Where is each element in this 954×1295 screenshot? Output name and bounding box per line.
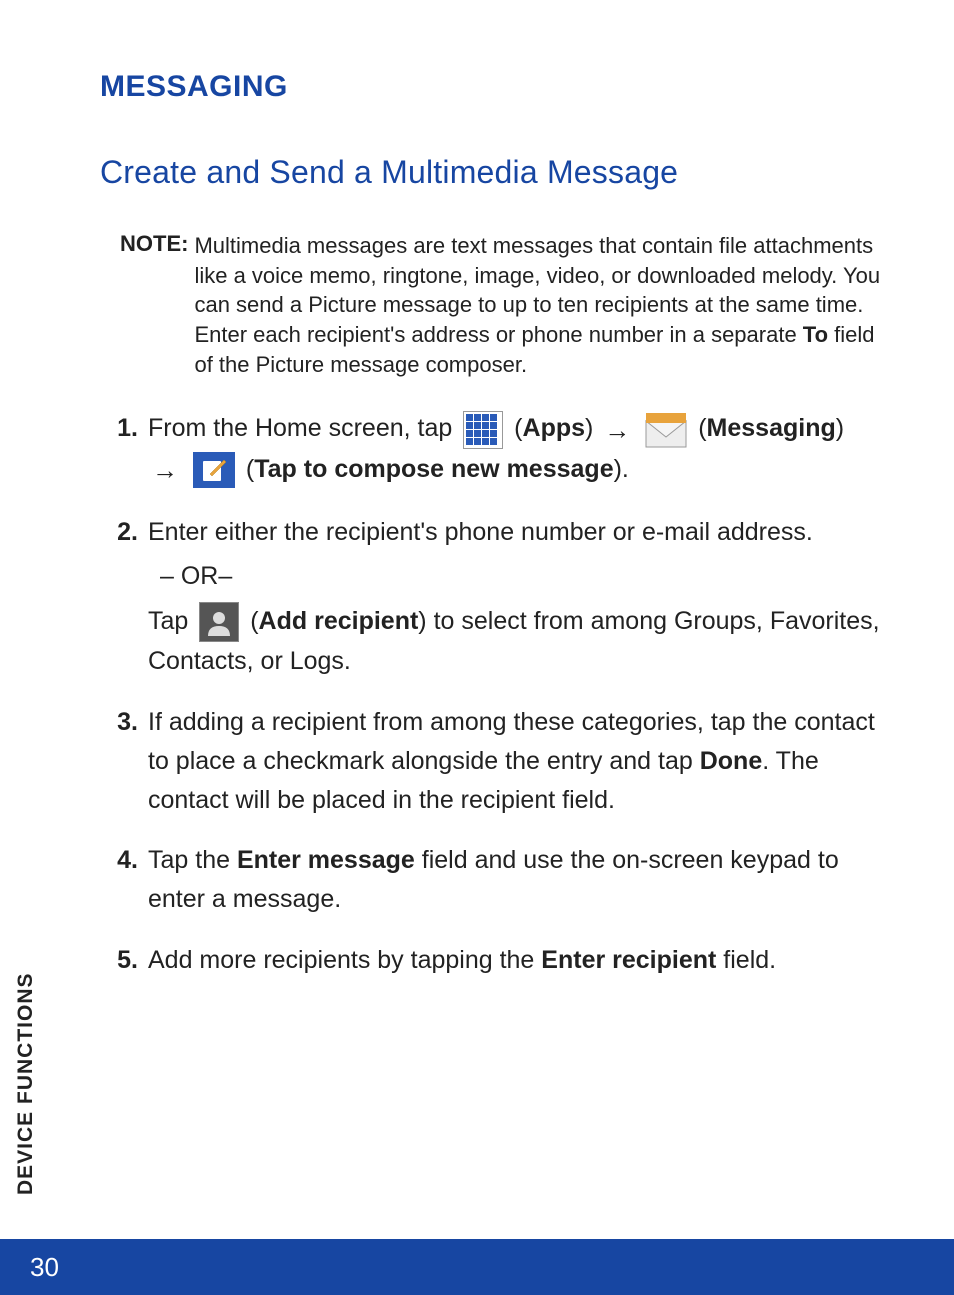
step4-text1: Tap the bbox=[148, 846, 237, 874]
apps-grid-icon bbox=[463, 411, 503, 449]
step-number: 5. bbox=[100, 941, 148, 980]
page-content: MESSAGING Create and Send a Multimedia M… bbox=[0, 0, 954, 980]
note-body-pre: Multimedia messages are text messages th… bbox=[194, 233, 880, 347]
compose-icon bbox=[193, 452, 235, 488]
step-2: 2. Enter either the recipient's phone nu… bbox=[100, 513, 884, 682]
steps-list: 1. From the Home screen, tap (Apps) → (M… bbox=[100, 409, 884, 979]
enter-recipient-label: Enter recipient bbox=[541, 946, 716, 974]
step-5: 5. Add more recipients by tapping the En… bbox=[100, 941, 884, 980]
step-body: Add more recipients by tapping the Enter… bbox=[148, 941, 884, 980]
step-4: 4. Tap the Enter message field and use t… bbox=[100, 841, 884, 919]
step-body: From the Home screen, tap (Apps) → (Mess… bbox=[148, 409, 884, 490]
step-number: 1. bbox=[100, 409, 148, 490]
section-sidebar-label: DEVICE FUNCTIONS bbox=[14, 972, 38, 1195]
add-recipient-label: Add recipient bbox=[259, 607, 419, 635]
step-body: If adding a recipient from among these c… bbox=[148, 703, 884, 819]
note-to-field: To bbox=[803, 322, 828, 347]
messaging-envelope-icon bbox=[645, 411, 687, 449]
heading-create-send: Create and Send a Multimedia Message bbox=[100, 154, 884, 191]
step1-text: From the Home screen, tap bbox=[148, 414, 459, 442]
step-number: 2. bbox=[100, 513, 148, 682]
note-label: NOTE: bbox=[120, 231, 194, 379]
apps-label: Apps bbox=[523, 414, 586, 442]
arrow-icon: → bbox=[152, 450, 178, 490]
step5-text2: field. bbox=[716, 946, 776, 974]
step-3: 3. If adding a recipient from among thes… bbox=[100, 703, 884, 819]
note-text: Multimedia messages are text messages th… bbox=[194, 231, 884, 379]
step2-text2a: Tap bbox=[148, 607, 195, 635]
step-number: 4. bbox=[100, 841, 148, 919]
add-recipient-icon bbox=[199, 602, 239, 642]
step2-text1: Enter either the recipient's phone numbe… bbox=[148, 513, 884, 552]
enter-message-label: Enter message bbox=[237, 846, 415, 874]
heading-messaging: MESSAGING bbox=[100, 70, 884, 104]
step-number: 3. bbox=[100, 703, 148, 819]
step-body: Tap the Enter message field and use the … bbox=[148, 841, 884, 919]
footer-bar: 30 bbox=[0, 1239, 954, 1295]
or-separator: – OR– bbox=[160, 557, 884, 596]
note-block: NOTE: Multimedia messages are text messa… bbox=[120, 231, 884, 379]
step5-text1: Add more recipients by tapping the bbox=[148, 946, 541, 974]
compose-label: Tap to compose new message bbox=[254, 455, 613, 483]
page-number: 30 bbox=[30, 1252, 59, 1283]
arrow-icon: → bbox=[604, 410, 630, 450]
step-body: Enter either the recipient's phone numbe… bbox=[148, 513, 884, 682]
done-label: Done bbox=[700, 747, 763, 775]
step-1: 1. From the Home screen, tap (Apps) → (M… bbox=[100, 409, 884, 490]
messaging-label: Messaging bbox=[707, 414, 836, 442]
